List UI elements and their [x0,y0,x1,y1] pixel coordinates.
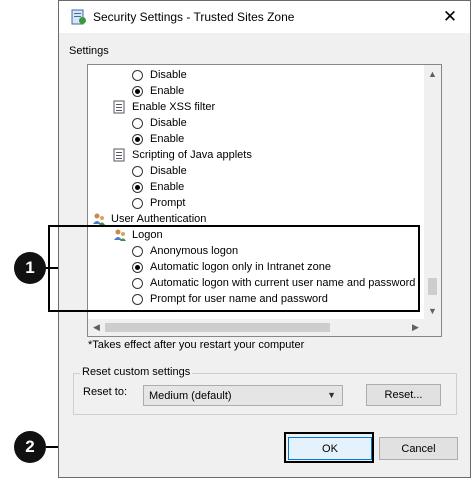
setting-doc-icon [113,100,125,114]
item-label: Disable [150,165,187,177]
list-item[interactable]: Enable [132,131,184,147]
scrollbar-corner [424,319,441,336]
callout-2: 2 [14,431,46,463]
callout-1: 1 [14,252,46,284]
reset-button[interactable]: Reset... [366,384,441,406]
item-label: Enable XSS filter [132,101,216,113]
close-icon[interactable]: ✕ [436,5,464,29]
security-settings-icon [71,9,86,25]
radio-java-prompt[interactable] [132,197,143,209]
scroll-down-icon[interactable]: ▼ [424,302,441,319]
item-label: User Authentication [111,213,207,225]
reset-group-label: Reset custom settings [80,366,193,378]
radio-xss-disable[interactable] [132,117,143,129]
users-icon [93,213,105,225]
scroll-up-icon[interactable]: ▲ [424,65,441,82]
radio-enable-1[interactable] [132,85,143,97]
radio-java-enable[interactable] [132,181,143,193]
reset-to-value: Medium (default) [149,389,232,402]
window-title: Security Settings - Trusted Sites Zone [93,10,295,24]
item-label: Scripting of Java applets [132,149,252,161]
list-item: Scripting of Java applets [113,147,252,163]
radio-xss-enable[interactable] [132,133,143,145]
ok-highlight-frame [284,432,374,463]
list-item[interactable]: Enable [132,83,184,99]
scroll-right-icon[interactable]: ▶ [407,319,424,336]
vertical-scrollbar[interactable]: ▲ ▼ [424,65,441,319]
restart-footnote: *Takes effect after you restart your com… [88,339,305,351]
item-label: Disable [150,69,187,81]
horizontal-scrollbar[interactable]: ◀ ▶ [88,319,424,336]
reset-to-select[interactable]: Medium (default) ▼ [143,385,343,406]
list-item: Enable XSS filter [113,99,215,115]
item-label: Enable [150,133,185,145]
reset-button-label: Reset... [384,389,423,401]
logon-highlight-frame [48,225,420,312]
item-label: Prompt [150,197,186,209]
settings-label: Settings [69,45,109,57]
chevron-down-icon: ▼ [327,390,336,400]
vertical-scroll-thumb[interactable] [428,278,437,295]
scroll-left-icon[interactable]: ◀ [88,319,105,336]
radio-java-disable[interactable] [132,165,143,177]
horizontal-scroll-thumb[interactable] [105,323,330,332]
list-item[interactable]: Prompt [132,195,185,211]
setting-doc-icon [113,148,125,162]
list-item[interactable]: Disable [132,115,187,131]
item-label: Disable [150,117,187,129]
cancel-button[interactable]: Cancel [379,437,458,460]
radio-disable-1[interactable] [132,69,143,81]
reset-to-label: Reset to: [83,386,128,398]
list-item[interactable]: Disable [132,163,187,179]
list-item[interactable]: Enable [132,179,184,195]
title-bar: Security Settings - Trusted Sites Zone ✕ [59,1,470,33]
cancel-button-label: Cancel [401,442,436,455]
item-label: Enable [150,181,185,193]
list-item[interactable]: Disable [132,67,187,83]
item-label: Enable [150,85,185,97]
